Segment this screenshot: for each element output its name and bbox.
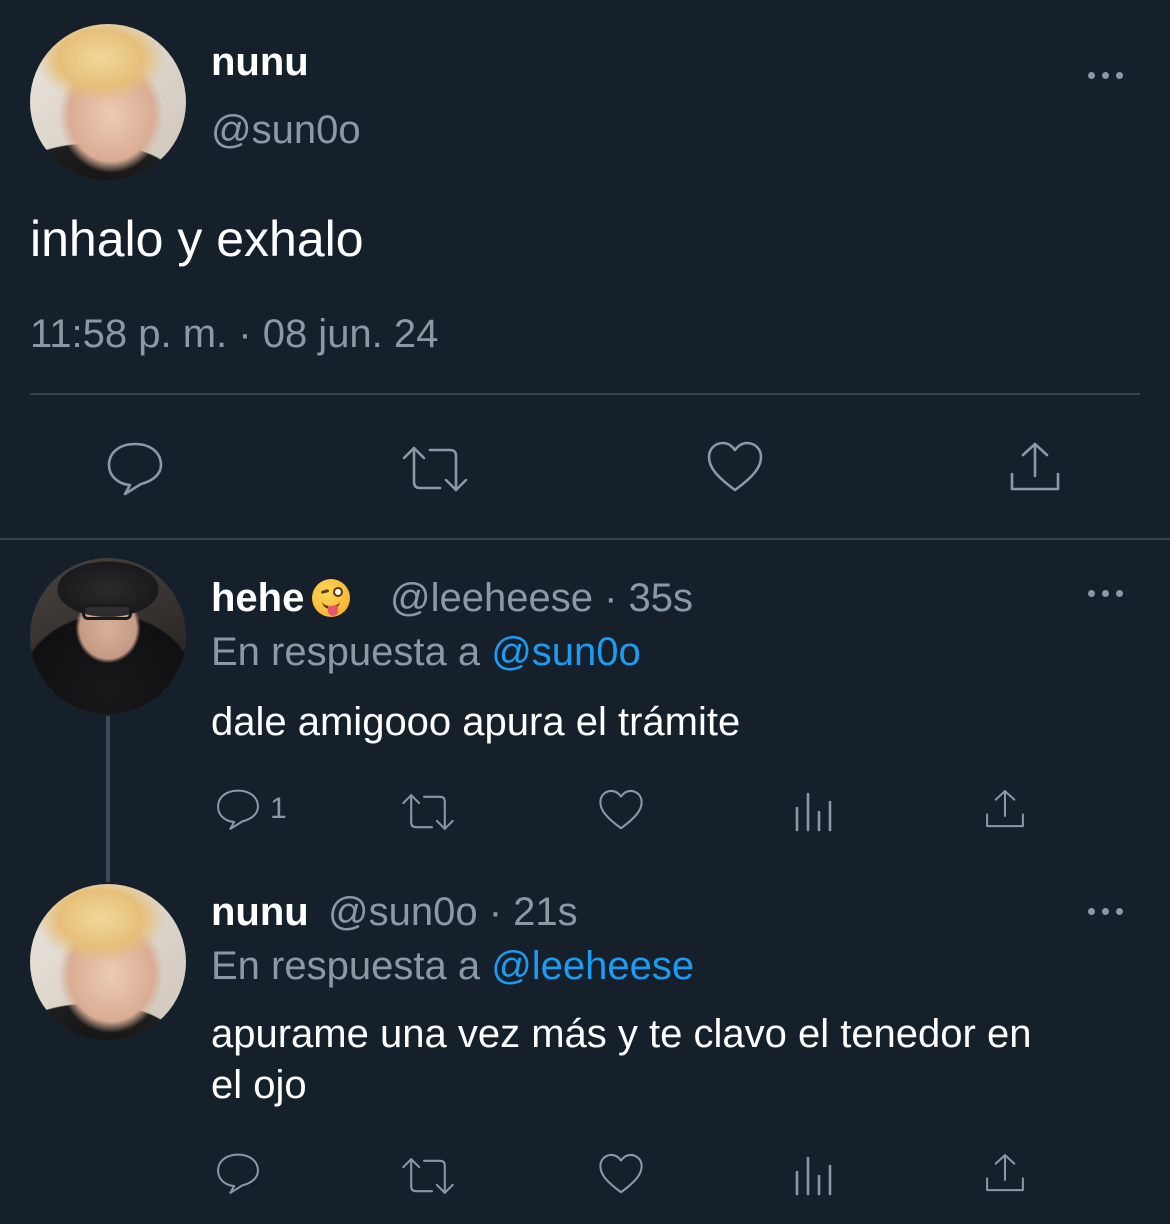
retweet-button[interactable] [400, 1156, 456, 1196]
share-icon [986, 1154, 1024, 1192]
share-button[interactable] [1008, 440, 1062, 494]
reply-icon [107, 442, 163, 496]
reply-author-name[interactable]: nunu [211, 890, 309, 935]
mention-link[interactable]: @leeheese [491, 944, 694, 988]
divider [30, 393, 1140, 395]
analytics-button[interactable] [794, 1154, 834, 1196]
analytics-button[interactable] [794, 790, 834, 832]
heart-icon [599, 1153, 643, 1194]
avatar[interactable] [30, 558, 186, 714]
reply-icon [217, 1153, 259, 1194]
analytics-icon [795, 1156, 832, 1196]
reply-context: En respuesta a @sun0o [211, 630, 641, 675]
reply-text-line-2: el ojo [211, 1063, 307, 1107]
reply-handle-time[interactable]: @sun0o · 21s [328, 890, 578, 935]
share-icon [986, 790, 1024, 828]
thread-connector [106, 716, 110, 882]
reply-prefix: En respuesta a [211, 630, 481, 674]
reply-prefix: En respuesta a [211, 944, 481, 988]
share-button[interactable] [984, 1152, 1026, 1194]
reply-context: En respuesta a @leeheese [211, 944, 694, 989]
retweet-button[interactable] [400, 444, 470, 494]
more-options-icon[interactable] [1088, 904, 1128, 918]
retweet-icon [402, 446, 468, 492]
retweet-icon [402, 794, 454, 830]
more-options-icon[interactable] [1088, 68, 1128, 82]
analytics-icon [795, 792, 832, 832]
reply-icon [217, 789, 259, 830]
reply-handle-time[interactable]: @leeheese · 35s [390, 576, 693, 621]
mention-link[interactable]: @sun0o [491, 630, 641, 674]
heart-icon [707, 441, 763, 492]
reply-button[interactable]: 1 [214, 786, 287, 832]
avatar[interactable] [30, 24, 186, 180]
winking-face-with-tongue-icon [312, 579, 351, 617]
reply-button[interactable] [104, 438, 166, 498]
share-button[interactable] [984, 788, 1026, 830]
like-button[interactable] [706, 440, 764, 494]
tweet-text: inhalo y exhalo [30, 211, 364, 267]
heart-icon [599, 789, 643, 830]
glasses-detail [82, 604, 132, 620]
tweet-thread-page: nunu @sun0o inhalo y exhalo 11:58 p. m. … [0, 0, 1170, 1224]
retweet-icon [402, 1158, 454, 1194]
like-button[interactable] [598, 788, 644, 832]
reply-count: 1 [270, 792, 287, 825]
reply-text-line-1: apurame una vez más y te clavo el tenedo… [211, 1012, 1032, 1056]
tweet-timestamp[interactable]: 11:58 p. m. · 08 jun. 24 [30, 312, 438, 357]
like-button[interactable] [598, 1152, 644, 1196]
avatar[interactable] [30, 884, 186, 1040]
author-name-text: hehe [211, 576, 305, 620]
reply-text: dale amigooo apura el trámite [211, 700, 741, 744]
reply-button[interactable] [214, 1150, 270, 1196]
more-options-icon[interactable] [1088, 586, 1128, 600]
retweet-button[interactable] [400, 792, 456, 832]
author-handle[interactable]: @sun0o [211, 108, 361, 153]
reply-author-name[interactable]: hehe [211, 576, 351, 621]
section-divider [0, 538, 1170, 540]
author-name[interactable]: nunu [211, 40, 309, 85]
share-icon [1010, 442, 1060, 491]
